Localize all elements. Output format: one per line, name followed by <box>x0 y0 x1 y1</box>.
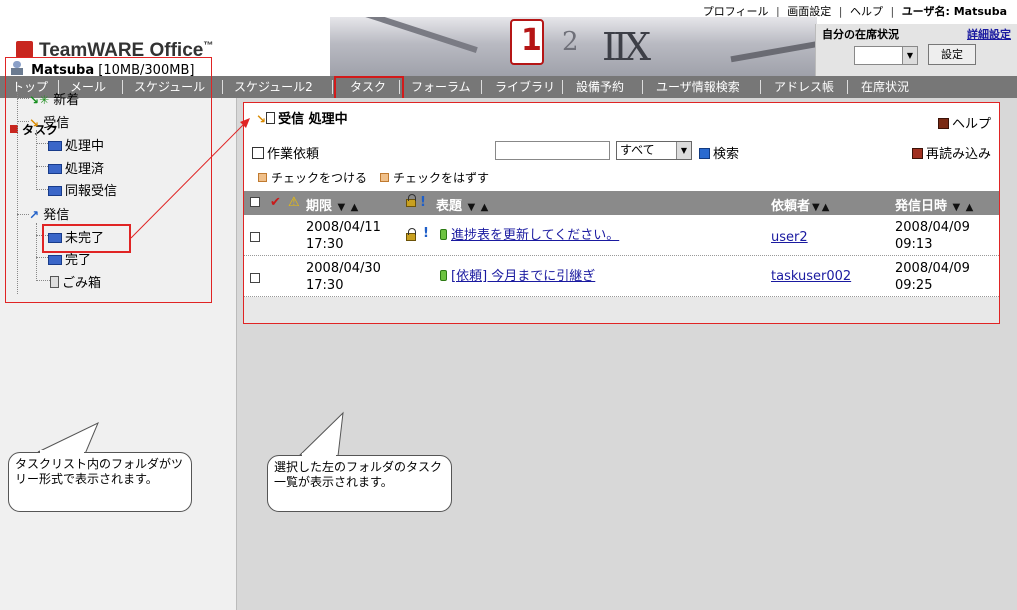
callout-task-list: 選択した左のフォルダのタスク一覧が表示されます。 <box>267 455 452 512</box>
annotation-arrow-line <box>130 121 247 239</box>
callout-seam <box>302 453 336 457</box>
annotation-overlay <box>37 118 344 457</box>
callout-tail <box>298 411 344 457</box>
callout-seam <box>40 450 84 454</box>
callout-folder-tree: タスクリスト内のフォルダがツリー形式で表示されます。 <box>8 452 192 512</box>
